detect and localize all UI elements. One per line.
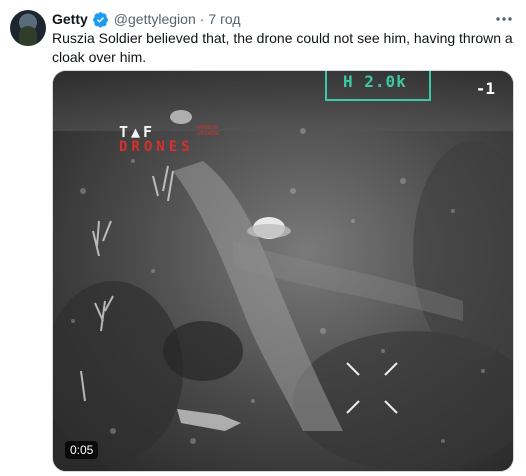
tweet-header: Getty @gettylegion · 7 год [52,9,241,29]
avatar[interactable] [10,10,46,46]
tweet-text: Ruszia Soldier believed that, the drone … [52,30,513,65]
author-handle[interactable]: @gettylegion [114,11,196,27]
post-time[interactable]: 7 год [208,11,240,27]
more-options-icon[interactable] [494,11,514,27]
verified-badge-icon [92,11,108,28]
video-duration: 0:05 [65,441,99,459]
logo-tag-text: MADE IN UKRAINE [197,125,220,137]
logo-bottom-text: DRONES [119,139,194,155]
author-name[interactable]: Getty [52,11,88,27]
hud-readout: H 2.0k [343,72,407,91]
video-player[interactable]: T▲F DRONES MADE IN UKRAINE H 2.0k -1 0:0… [52,70,514,472]
separator: · [199,11,205,27]
logo-top-text: T▲F [119,123,156,141]
hud-corner-readout: -1 [475,79,495,98]
watermark-logo: T▲F DRONES MADE IN UKRAINE [119,123,219,155]
tweet[interactable]: Getty @gettylegion · 7 год Ruszia Soldie… [0,0,526,476]
